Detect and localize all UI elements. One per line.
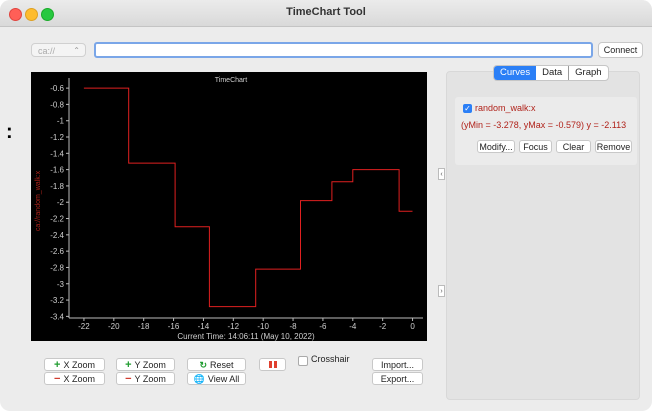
crosshair-label: Crosshair	[311, 354, 350, 364]
x-tick-label: -2	[379, 322, 387, 331]
protocol-value: ca://	[38, 46, 56, 56]
chart-svg: -22 -20 -18 -16 -14 -12 -10 -8 -6 -4 -2 0-0.6-0.8-1…	[35, 77, 423, 341]
x-tick-label: -16	[168, 322, 180, 331]
protocol-select[interactable]: ca:// ⌃	[31, 43, 86, 57]
chevron-updown-icon: ⌃	[73, 46, 80, 55]
window-title: TimeChart Tool	[286, 6, 366, 18]
x-tick-label: -4	[349, 322, 357, 331]
y-tick-label: -2	[57, 198, 65, 207]
y-tick-label: -1.6	[50, 166, 64, 175]
tab-curves[interactable]: Curves	[494, 66, 537, 80]
expand-right-arrow-icon[interactable]: ›	[438, 285, 445, 297]
curve-stats: (yMin = -3.278, yMax = -0.579) y = -2.11…	[461, 120, 627, 130]
refresh-icon: ↻	[199, 360, 208, 370]
view-all-button[interactable]: 🌐 View All	[187, 372, 246, 385]
crosshair-checkbox[interactable]	[298, 356, 308, 366]
y-tick-label: -2.2	[50, 215, 64, 224]
pv-name-input[interactable]	[94, 42, 593, 58]
clear-curve-button[interactable]: Clear	[556, 140, 591, 153]
connect-button[interactable]: Connect	[598, 42, 643, 58]
tab-graph[interactable]: Graph	[568, 66, 607, 80]
minus-icon: −	[54, 373, 61, 385]
x-tick-label: -22	[78, 322, 90, 331]
reset-button[interactable]: ↻ Reset	[187, 358, 246, 371]
collapse-left-arrow-icon[interactable]: ‹	[438, 168, 445, 180]
y-tick-label: -0.8	[50, 100, 64, 109]
modify-curve-button[interactable]: Modify...	[477, 140, 515, 153]
focus-curve-button[interactable]: Focus	[519, 140, 552, 153]
x-axis-label: Current Time: 14:06:11 (May 10, 2022)	[177, 332, 315, 341]
chart-title: TimeChart	[215, 77, 247, 84]
import-button[interactable]: Import...	[372, 358, 423, 371]
tab-data[interactable]: Data	[536, 66, 568, 80]
x-zoom-in-label: X Zoom	[63, 360, 95, 370]
title-bar: TimeChart Tool	[0, 0, 652, 27]
y-tick-label: -3	[57, 280, 65, 289]
view-all-label: View All	[207, 374, 240, 384]
x-tick-label: -14	[198, 322, 210, 331]
pause-button[interactable]	[259, 358, 286, 371]
curve-visible-checkbox[interactable]: ✓	[463, 104, 472, 113]
series-line	[83, 87, 413, 308]
pause-icon	[269, 361, 272, 368]
y-axis-label: ca://random_walk:x	[35, 170, 42, 231]
globe-icon: 🌐	[193, 374, 205, 384]
panel-tabs: Curves Data Graph	[493, 65, 609, 81]
y-tick-label: -2.8	[50, 263, 64, 272]
plus-icon: +	[54, 359, 61, 371]
curve-name: random_walk:x	[475, 103, 536, 113]
y-zoom-out-label: Y Zoom	[134, 374, 166, 384]
y-tick-label: -1.4	[50, 149, 64, 158]
y-tick-label: -3.4	[50, 312, 64, 321]
pause-icon-bar	[274, 361, 277, 368]
x-zoom-out-label: X Zoom	[63, 374, 95, 384]
x-tick-label: -20	[108, 322, 120, 331]
remove-curve-button[interactable]: Remove	[595, 140, 632, 153]
time-chart-plot[interactable]: -22 -20 -18 -16 -14 -12 -10 -8 -6 -4 -2 0 -0.6 -0.8 -1…	[31, 72, 427, 341]
y-tick-label: -3.2	[50, 296, 64, 305]
reset-label: Reset	[210, 360, 234, 370]
y-zoom-in-label: Y Zoom	[134, 360, 166, 370]
minus-icon: −	[125, 373, 132, 385]
x-tick-label: -6	[319, 322, 327, 331]
x-tick-label: 0	[410, 322, 415, 331]
plus-icon: +	[125, 359, 132, 371]
x-zoom-out-button[interactable]: − X Zoom	[44, 372, 105, 385]
y-zoom-out-button[interactable]: − Y Zoom	[116, 372, 175, 385]
edge-colon-glyph: :	[6, 121, 13, 143]
y-tick-label: -0.6	[50, 84, 64, 93]
y-tick-label: -2.6	[50, 247, 64, 256]
y-tick-label: -1.2	[50, 133, 64, 142]
x-tick-label: -8	[289, 322, 297, 331]
x-tick-label: -18	[138, 322, 150, 331]
y-zoom-in-button[interactable]: + Y Zoom	[116, 358, 175, 371]
app-window: TimeChart Tool ca:// ⌃ Connect -22 -20 -18…	[0, 0, 652, 411]
x-zoom-in-button[interactable]: + X Zoom	[44, 358, 105, 371]
y-tick-label: -2.4	[50, 231, 64, 240]
x-tick-label: -10	[257, 322, 269, 331]
y-tick-label: -1	[57, 117, 65, 126]
y-tick-label: -1.8	[50, 182, 64, 191]
export-button[interactable]: Export...	[372, 372, 423, 385]
x-tick-label: -12	[228, 322, 240, 331]
